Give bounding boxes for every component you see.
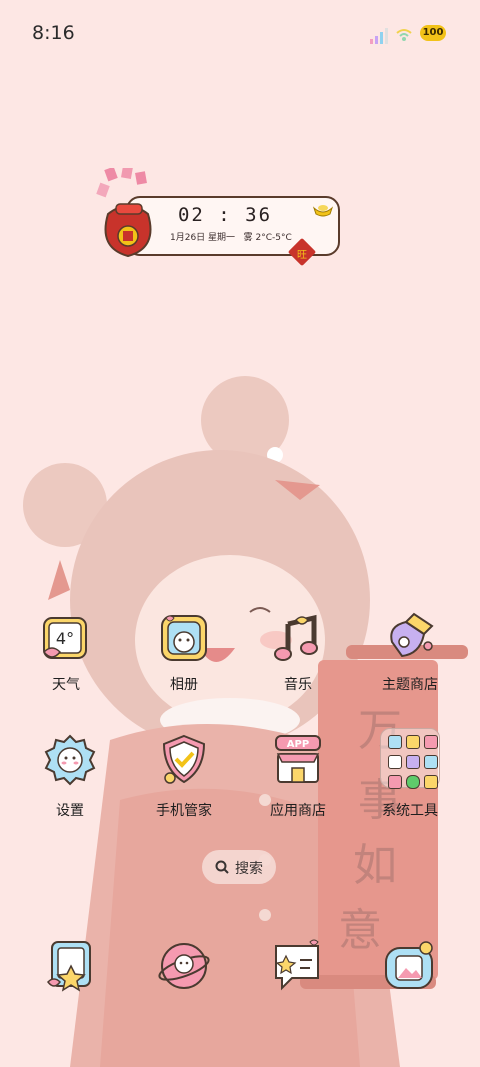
camera-icon	[385, 941, 433, 989]
dock-messages[interactable]	[270, 938, 326, 994]
theme-store-icon	[390, 612, 434, 658]
mini-app-icon	[388, 775, 402, 789]
wallpaper: 万 事 如 意	[0, 0, 480, 1067]
mini-app-icon	[406, 735, 420, 749]
app-gallery[interactable]: 相册	[136, 612, 232, 712]
search-label: 搜索	[235, 861, 263, 877]
music-icon	[274, 614, 318, 661]
mini-app-icon	[388, 755, 402, 769]
gold-ingot-icon	[312, 205, 334, 217]
app-label: 系统工具	[382, 803, 438, 819]
battery-indicator: 100	[420, 25, 446, 41]
phone-manager-icon	[162, 734, 206, 784]
app-label: 天气	[52, 677, 80, 693]
app-label: 应用商店	[270, 803, 326, 819]
mini-app-icon	[424, 735, 438, 749]
search-icon	[215, 860, 229, 874]
app-settings[interactable]: 设置	[22, 734, 118, 834]
app-label: 设置	[56, 803, 84, 819]
cellular-signal-icon	[370, 28, 388, 44]
app-store-icon-text: APP	[287, 739, 309, 750]
browser-icon	[158, 943, 210, 989]
gallery-icon	[161, 615, 207, 661]
app-music[interactable]: 音乐	[250, 612, 346, 712]
app-label: 手机管家	[156, 803, 212, 819]
mini-app-icon	[424, 775, 438, 789]
banner-char: 意	[338, 905, 382, 956]
status-bar: 8:16 100	[0, 0, 480, 64]
messages-icon	[275, 939, 319, 991]
settings-icon	[44, 734, 96, 786]
phone-icon	[47, 941, 91, 992]
widget-date: 1月26日 星期一	[170, 233, 236, 243]
dock-phone[interactable]	[44, 938, 100, 994]
widget-clock-time: 02 : 36	[177, 204, 273, 226]
girl-illustration: 万 事 如 意	[23, 376, 468, 1067]
app-weather[interactable]: 4° 天气	[18, 612, 114, 712]
search-button[interactable]: 搜索	[202, 850, 276, 884]
banner-char: 如	[353, 840, 397, 891]
fortune-badge-text: 旺	[297, 250, 307, 261]
app-phone-manager[interactable]: 手机管家	[136, 734, 232, 834]
system-tools-folder-icon	[380, 728, 440, 789]
app-system-tools-folder[interactable]: 系统工具	[362, 728, 458, 834]
app-label: 主题商店	[382, 677, 438, 693]
status-time: 8:16	[32, 22, 75, 44]
mini-app-icon	[388, 735, 402, 749]
widget-weather: 雾 2°C-5°C	[243, 233, 292, 243]
weather-icon: 4°	[42, 617, 87, 659]
wifi-icon	[396, 29, 412, 41]
mini-app-icon	[406, 755, 420, 769]
mini-app-icon	[406, 775, 420, 789]
app-store-icon: APP	[275, 735, 321, 783]
widget-date-weather: 1月26日 星期一 雾 2°C-5°C	[170, 230, 292, 243]
dock-camera[interactable]	[382, 938, 438, 994]
dock-browser[interactable]	[156, 938, 212, 994]
weather-icon-temp: 4°	[56, 629, 74, 648]
app-label: 音乐	[284, 677, 312, 693]
app-app-store[interactable]: APP 应用商店	[250, 734, 346, 834]
mini-app-icon	[424, 755, 438, 769]
app-theme-store[interactable]: 主题商店	[362, 612, 458, 712]
app-label: 相册	[170, 677, 198, 693]
clock-weather-widget[interactable]: 02 : 36 1月26日 星期一 雾 2°C-5°C 旺	[96, 168, 344, 268]
